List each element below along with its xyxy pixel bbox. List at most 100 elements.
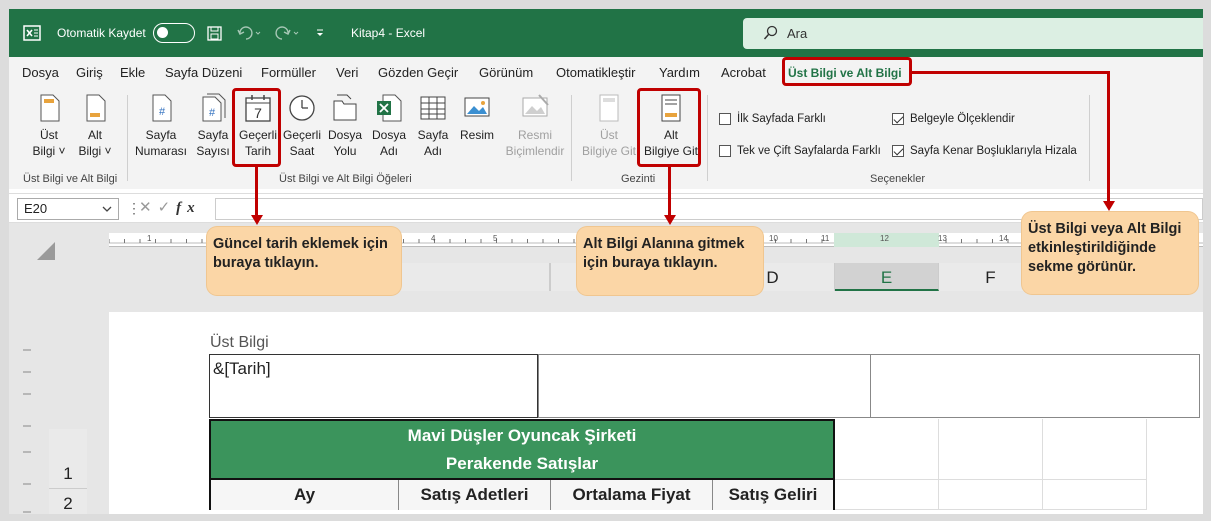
dosya-adi-button[interactable]: Dosya Adı [369, 93, 409, 159]
resim-button[interactable]: Resim [457, 93, 497, 143]
ruler-number: 1 [147, 234, 152, 243]
menu-sayfa-duzeni[interactable]: Sayfa Düzeni [165, 65, 242, 80]
empty-cell[interactable] [1043, 419, 1147, 480]
vertical-ruler [9, 312, 43, 514]
save-icon[interactable] [207, 9, 222, 57]
ruler-number: 14 [999, 234, 1008, 243]
ust-bilgiye-git-button[interactable]: Üst Bilgiye Git [579, 93, 639, 159]
select-all-icon[interactable] [35, 240, 57, 262]
resmi-bicimlendir-button[interactable]: Resmi Biçimlendir [505, 93, 565, 159]
excel-file-icon [377, 94, 402, 122]
enter-icon[interactable]: ✓ [158, 199, 177, 216]
table-title: Mavi Düşler Oyuncak Şirketi Perakende Sa… [209, 419, 835, 480]
ruler-number: 12 [880, 234, 889, 243]
chevron-down-icon[interactable] [102, 199, 112, 225]
menu-acrobat[interactable]: Acrobat [721, 65, 766, 80]
table-header-ortalama-fiyat[interactable]: Ortalama Fiyat [551, 480, 713, 510]
callout-date: Güncel tarih eklemek için buraya tıklayı… [207, 227, 401, 295]
group-label-gezinti: Gezinti [621, 173, 656, 185]
arrow-line [1107, 71, 1110, 201]
checkbox-box[interactable] [719, 145, 731, 157]
dosya-adi-label-1: Dosya [371, 128, 406, 142]
autosave-label: Otomatik Kaydet [57, 26, 146, 40]
ruler-number: 13 [938, 234, 947, 243]
formula-icons: ✕✓fx [139, 198, 201, 217]
menu-veri[interactable]: Veri [336, 65, 358, 80]
dosya-yolu-button[interactable]: Dosya Yolu [325, 93, 365, 159]
menu-gorunum[interactable]: Görünüm [479, 65, 533, 80]
name-box[interactable]: E20 [17, 198, 119, 220]
header-left-section[interactable]: &[Tarih] [209, 354, 538, 418]
alt-bilgi-button[interactable]: Alt Bilgi ˅ [75, 93, 115, 159]
resim-label: Resim [459, 128, 494, 142]
ust-bilgi-label-2: Bilgi ˅ [32, 144, 66, 158]
menu-otomatiklestir[interactable]: Otomatikleştir [556, 65, 635, 80]
table-header-row: Ay Satış Adetleri Ortalama Fiyat Satış G… [209, 480, 835, 510]
sayfa-numarasi-button[interactable]: # Sayfa Numarası [133, 93, 189, 159]
search-box[interactable]: Ara [743, 18, 1203, 49]
fx-icon[interactable]: fx [176, 200, 201, 216]
cancel-icon[interactable]: ✕ [139, 199, 158, 216]
menu-giris[interactable]: Giriş [76, 65, 103, 80]
menu-yardim[interactable]: Yardım [659, 65, 700, 80]
header-right-section[interactable] [870, 354, 1200, 418]
ruler-number: 4 [431, 234, 436, 243]
ribbon-separator [1089, 95, 1090, 181]
sayfa-sayisi-label-2: Sayısı [196, 144, 230, 158]
page-number-icon: # [152, 94, 172, 122]
row-header-1[interactable]: 1 [49, 429, 87, 489]
arrow-line [912, 71, 1110, 74]
checkbox-checked[interactable] [892, 145, 904, 157]
sayfa-adi-label-2: Adı [423, 144, 442, 158]
excel-window: Otomatik Kaydet Kitap4 - Excel Ara Dosya… [9, 9, 1203, 514]
ust-bilgi-button[interactable]: Üst Bilgi ˅ [29, 93, 69, 159]
row-header-2[interactable]: 2 [49, 489, 87, 514]
empty-cell[interactable] [835, 480, 939, 510]
format-picture-icon [522, 94, 549, 117]
page-count-icon: # [202, 93, 226, 122]
empty-cell[interactable] [939, 419, 1043, 480]
table-header-satis-adetleri[interactable]: Satış Adetleri [399, 480, 551, 510]
undo-icon[interactable] [237, 9, 263, 57]
checkbox-checked[interactable] [892, 113, 904, 125]
tek-cift-sayfalar-checkbox[interactable]: Tek ve Çift Sayfalarda Farklı [719, 145, 881, 157]
quick-access-customize-icon[interactable] [315, 9, 325, 57]
dosya-yolu-label-2: Yolu [333, 144, 357, 158]
kenar-bosluklari-hizala-label: Sayfa Kenar Boşluklarıyla Hizala [910, 145, 1077, 157]
ruler-number: 11 [821, 234, 830, 243]
table-header-ay[interactable]: Ay [211, 480, 399, 510]
ilk-sayfada-farkli-checkbox[interactable]: İlk Sayfada Farklı [719, 113, 826, 125]
page-header-icon [40, 94, 60, 122]
group-label-secenekler: Seçenekler [870, 173, 926, 185]
name-box-value: E20 [24, 201, 48, 216]
header-label: Üst Bilgi [210, 334, 269, 351]
menu-ekle[interactable]: Ekle [120, 65, 145, 80]
kenar-bosluklari-hizala-checkbox[interactable]: Sayfa Kenar Boşluklarıyla Hizala [892, 145, 1077, 157]
empty-cell[interactable] [1043, 480, 1147, 510]
sayfa-adi-button[interactable]: Sayfa Adı [413, 93, 453, 159]
arrow-head [1103, 201, 1115, 211]
checkbox-box[interactable] [719, 113, 731, 125]
sheet-grid-icon [420, 96, 446, 120]
belgeyle-olceklendir-checkbox[interactable]: Belgeyle Ölçeklendir [892, 113, 1015, 125]
sayfa-sayisi-button[interactable]: # Sayfa Sayısı [195, 93, 231, 159]
empty-cell[interactable] [835, 419, 939, 480]
ribbon-separator [707, 95, 708, 181]
empty-cell[interactable] [939, 480, 1043, 510]
menu-formuller[interactable]: Formüller [261, 65, 316, 80]
sayfa-numarasi-label-2: Numarası [134, 144, 187, 158]
ust-bilgi-label-1: Üst [40, 128, 58, 142]
resmi-bicimlendir-label-2: Biçimlendir [505, 144, 565, 158]
redo-icon[interactable] [275, 9, 301, 57]
autosave-toggle[interactable] [153, 9, 195, 57]
table-header-satis-geliri[interactable]: Satış Geliri [713, 480, 833, 510]
sayfa-numarasi-label-1: Sayfa [145, 128, 177, 142]
picture-icon [464, 97, 490, 117]
menu-gozden-gecir[interactable]: Gözden Geçir [378, 65, 458, 80]
column-header-e[interactable]: E [835, 263, 939, 291]
menu-dosya[interactable]: Dosya [22, 65, 59, 80]
tek-cift-sayfalar-label: Tek ve Çift Sayfalarda Farklı [737, 145, 881, 157]
dosya-adi-label-2: Adı [379, 144, 398, 158]
gecerli-saat-button[interactable]: Geçerli Saat [281, 93, 323, 159]
header-center-section[interactable] [538, 354, 871, 418]
